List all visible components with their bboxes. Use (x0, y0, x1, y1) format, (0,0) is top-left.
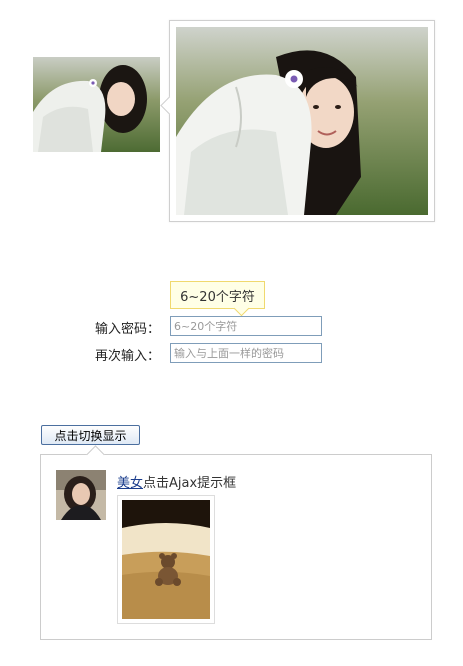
ajax-message: 美女点击Ajax提示框 (117, 472, 236, 491)
confirm-password-label: 再次输入： (94, 349, 160, 364)
ajax-tip-panel: 美女点击Ajax提示框 (40, 445, 432, 640)
message-text: 点击Ajax提示框 (143, 476, 237, 491)
confirm-password-input[interactable] (170, 343, 322, 363)
enlarged-photo-popup (160, 20, 435, 222)
photo-frame (117, 495, 215, 624)
enlarged-photo (176, 27, 428, 215)
password-label: 输入密码： (94, 322, 160, 337)
panel-pointer (86, 445, 105, 464)
password-hint-tooltip: 6~20个字符 (170, 281, 265, 317)
password-input[interactable] (170, 316, 322, 336)
toggle-display-button[interactable]: 点击切换显示 (41, 425, 140, 445)
tooltip-text: 6~20个字符 (180, 289, 255, 305)
thumbnail-photo[interactable] (33, 57, 160, 152)
user-link[interactable]: 美女 (117, 476, 143, 491)
user-avatar[interactable] (56, 470, 106, 520)
teddy-bear-photo[interactable] (122, 500, 210, 619)
